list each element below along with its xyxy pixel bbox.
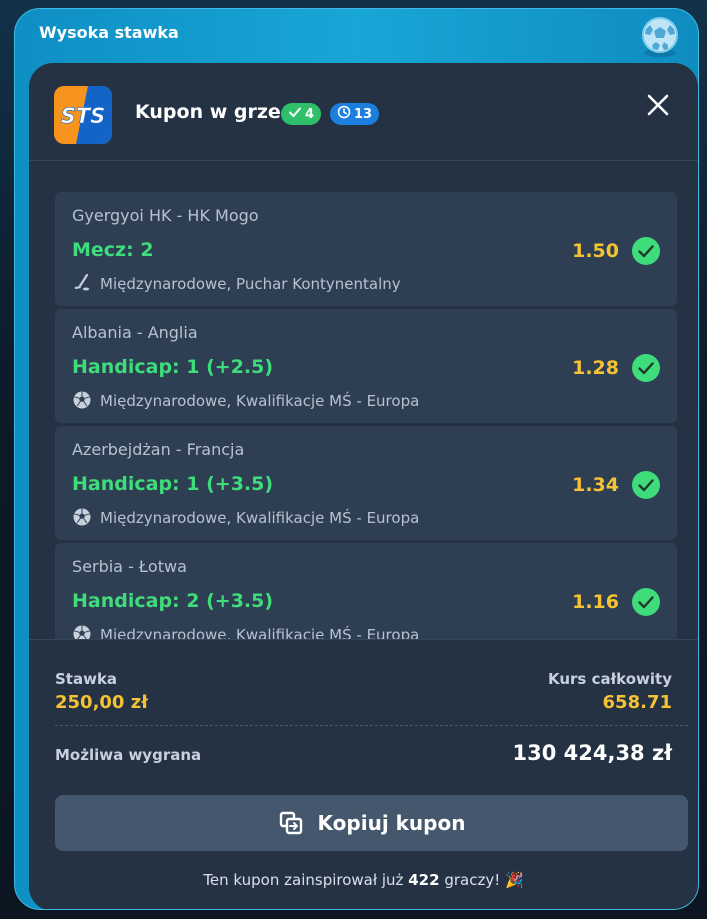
stake-value: 250,00 zł [55, 692, 148, 713]
close-icon [647, 94, 669, 116]
divider [29, 639, 698, 640]
copy-icon [278, 810, 304, 836]
bet-list[interactable]: Gyergyoi HK - HK Mogo Mecz: 2 1.50 Międz… [55, 192, 677, 639]
bet-league: Międzynarodowe, Kwalifikacje MŚ - Europa [100, 509, 420, 527]
divider [55, 725, 688, 726]
bet-item: Albania - Anglia Handicap: 1 (+2.5) 1.28… [55, 309, 677, 423]
close-button[interactable] [644, 91, 672, 119]
live-count: 13 [354, 106, 373, 122]
won-check-icon [631, 353, 661, 383]
bet-odds: 1.28 [572, 357, 619, 379]
bet-pick: Handicap: 1 (+2.5) [72, 356, 274, 378]
live-count-badge: 13 [330, 103, 380, 125]
bet-league: Międzynarodowe, Puchar Kontynentalny [100, 275, 401, 293]
inspiration-count: 422 [408, 871, 440, 889]
total-odds-label: Kurs całkowity [548, 670, 672, 688]
possible-win-label: Możliwa wygrana [55, 746, 202, 764]
bet-item: Azerbejdżan - Francja Handicap: 1 (+3.5)… [55, 426, 677, 540]
won-check-icon [631, 587, 661, 617]
widget-title: Wysoka stawka [39, 23, 179, 42]
coupon-card: STS Kupon w grze 4 13 Gyergyoi HK - HK M… [29, 63, 698, 909]
won-check-icon [631, 236, 661, 266]
bet-pick: Handicap: 1 (+3.5) [72, 473, 274, 495]
bet-item: Serbia - Łotwa Handicap: 2 (+3.5) 1.16 M… [55, 543, 677, 639]
high-stake-widget: Wysoka stawka STS Kupon w grze 4 13 Gyer… [14, 8, 699, 910]
won-count: 4 [305, 106, 315, 122]
copy-coupon-button[interactable]: Kopiuj kupon [55, 795, 688, 851]
stake-label: Stawka [55, 670, 118, 688]
bet-teams: Serbia - Łotwa [72, 557, 187, 576]
inspiration-text: Ten kupon zainspirował już 422 graczy! 🎉 [29, 871, 698, 889]
total-odds-value: 658.71 [602, 692, 672, 713]
coupon-title: Kupon w grze [135, 101, 281, 123]
won-check-icon [631, 470, 661, 500]
trophy-ball-icon [638, 15, 682, 59]
bet-pick: Handicap: 2 (+3.5) [72, 590, 274, 612]
bet-league: Międzynarodowe, Kwalifikacje MŚ - Europa [100, 626, 420, 639]
football-icon [72, 624, 92, 639]
football-icon [72, 507, 92, 527]
bet-teams: Gyergyoi HK - HK Mogo [72, 206, 259, 225]
possible-win-value: 130 424,38 zł [512, 741, 672, 765]
hockey-icon [72, 273, 92, 293]
bet-odds: 1.50 [572, 240, 619, 262]
check-icon [288, 105, 302, 123]
bet-item: Gyergyoi HK - HK Mogo Mecz: 2 1.50 Międz… [55, 192, 677, 306]
bet-odds: 1.34 [572, 474, 619, 496]
inspiration-suffix: graczy! [444, 871, 501, 889]
bet-odds: 1.16 [572, 591, 619, 613]
won-count-badge: 4 [281, 103, 322, 125]
football-icon [72, 390, 92, 410]
bet-league: Międzynarodowe, Kwalifikacje MŚ - Europa [100, 392, 420, 410]
party-icon: 🎉 [505, 871, 524, 889]
inspiration-prefix: Ten kupon zainspirował już [203, 871, 404, 889]
svg-text:STS: STS [61, 104, 106, 128]
sts-logo-icon: STS [54, 86, 112, 144]
bet-teams: Albania - Anglia [72, 323, 198, 342]
clock-icon [337, 105, 351, 123]
copy-coupon-label: Kopiuj kupon [317, 811, 466, 835]
bet-pick: Mecz: 2 [72, 239, 154, 261]
bet-teams: Azerbejdżan - Francja [72, 440, 245, 459]
coupon-header: STS Kupon w grze 4 13 [29, 63, 698, 161]
